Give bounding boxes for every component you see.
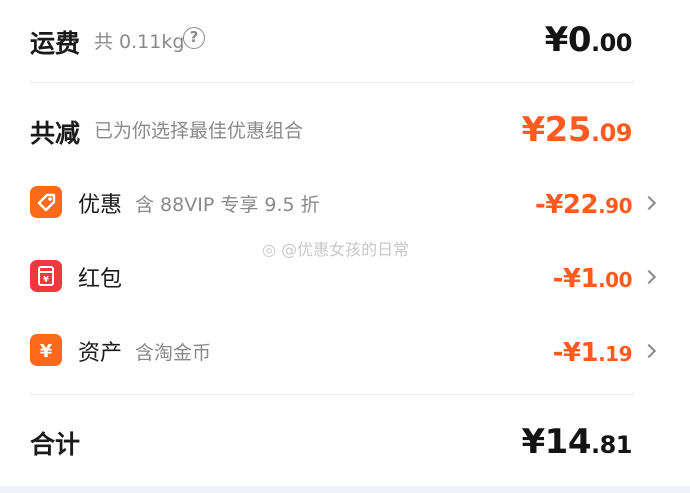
red-packet-label: 红包 [78, 267, 123, 292]
assets-detail: 含淘金币 [135, 342, 212, 364]
discount-detail: 含 88VIP 专享 9.5 折 [135, 194, 320, 216]
shipping-label: 运费 [30, 29, 81, 58]
assets-label: 资产 [78, 341, 123, 366]
chevron-right-icon [641, 195, 657, 211]
yuan-coin-icon: ¥ [30, 334, 62, 366]
red-packet-icon: ¥ [30, 260, 62, 292]
red-packet-row[interactable]: ¥ 红包 -¥1.00 [0, 244, 690, 308]
discount-amount: -¥22.90 [534, 190, 633, 220]
shipping-amount: ¥0.00 [544, 20, 633, 60]
total-label: 合计 [30, 430, 81, 459]
chevron-right-icon [641, 269, 657, 285]
assets-row[interactable]: ¥ 资产 含淘金币 -¥1.19 [0, 318, 690, 382]
shipping-weight: 共 0.11kg [94, 31, 185, 53]
tag-icon [30, 186, 62, 218]
svg-text:¥: ¥ [40, 341, 53, 362]
reduction-amount: ¥25.09 [521, 110, 632, 150]
total-row: 合计 ¥14.81 [0, 395, 690, 485]
red-packet-amount: -¥1.00 [552, 264, 633, 294]
help-circle-icon[interactable]: ? [183, 27, 205, 49]
bottom-bar [0, 486, 690, 493]
shipping-row: 运费 共 0.11kg ? ¥0.00 [0, 0, 690, 82]
reduction-detail: 已为你选择最佳优惠组合 [94, 120, 304, 142]
assets-amount: -¥1.19 [552, 338, 633, 368]
svg-text:¥: ¥ [43, 275, 49, 284]
discount-label: 优惠 [78, 193, 123, 218]
discount-row[interactable]: 优惠 含 88VIP 专享 9.5 折 -¥22.90 [0, 170, 690, 234]
reduction-label: 共减 [30, 119, 81, 148]
reduction-row: 共减 已为你选择最佳优惠组合 ¥25.09 [0, 83, 690, 163]
chevron-right-icon [641, 343, 657, 359]
total-amount: ¥14.81 [521, 422, 632, 462]
